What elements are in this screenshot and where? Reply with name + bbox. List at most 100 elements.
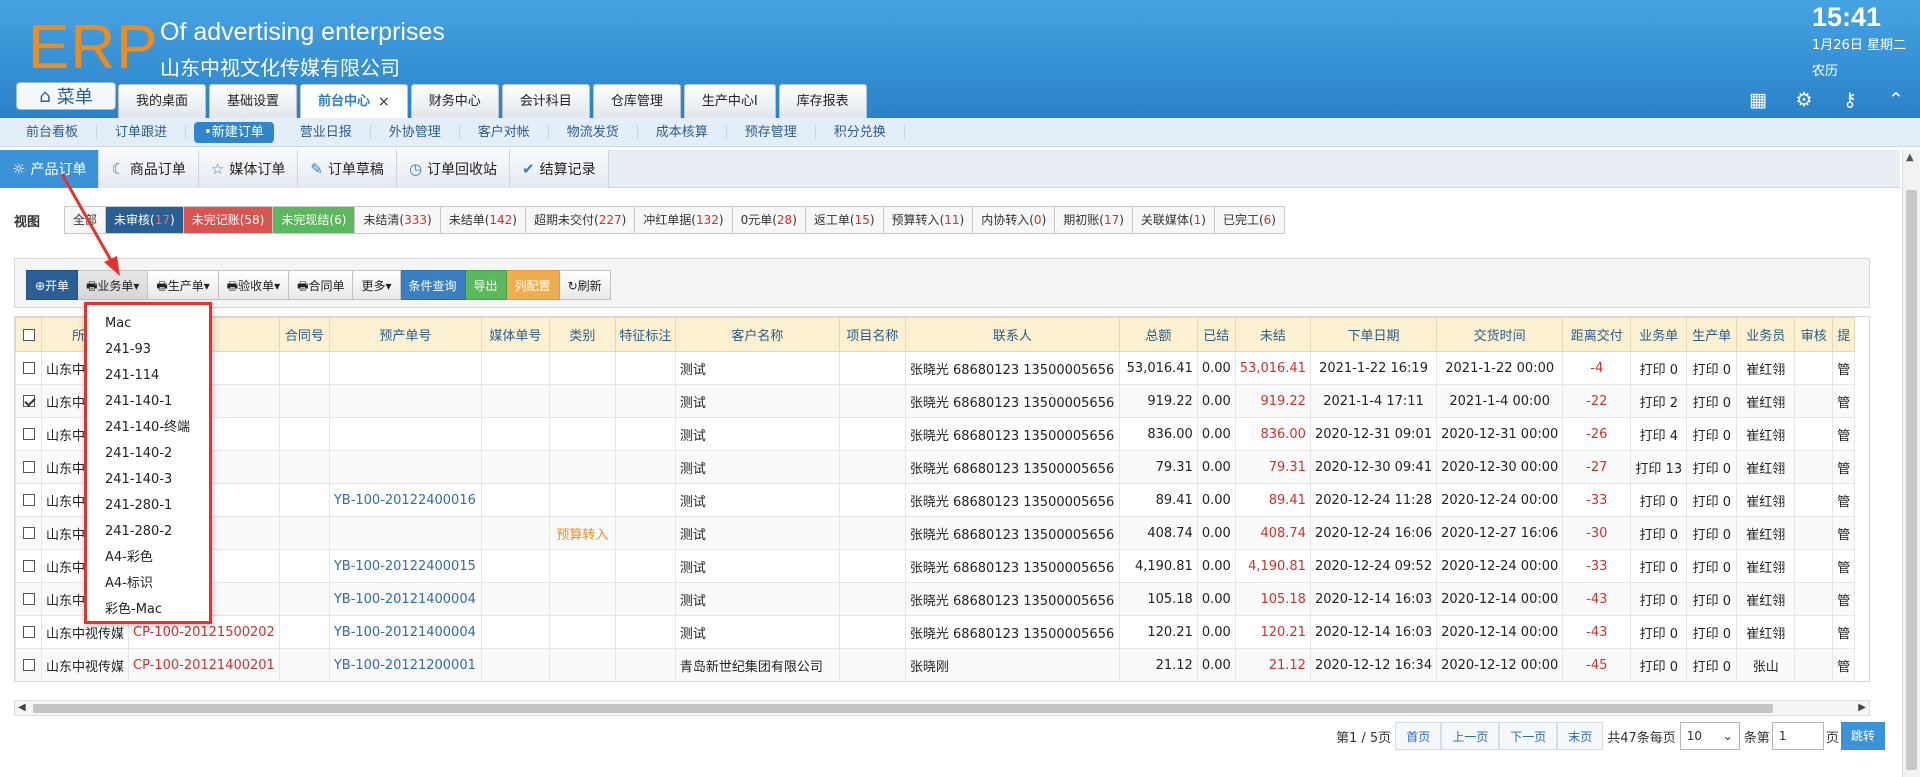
- cell-prod[interactable]: 打印 0: [1686, 549, 1738, 583]
- key-icon[interactable]: ⚷: [1840, 90, 1860, 110]
- table-row[interactable]: 山东中视传媒 CP-100-20121500202 YB-100-201214000…: [15, 615, 1856, 649]
- cell-biz[interactable]: 打印 4: [1630, 417, 1688, 451]
- row-checkbox[interactable]: [22, 461, 35, 473]
- cell-pre[interactable]: YB-100-20122400016: [328, 483, 482, 517]
- row-checkbox[interactable]: [22, 395, 35, 407]
- acceptance-order-button[interactable]: 🖶验收单▾: [218, 270, 290, 300]
- dropdown-item[interactable]: 241-280-1: [87, 493, 209, 519]
- cell-pre[interactable]: [328, 351, 482, 385]
- refresh-button[interactable]: ↻刷新: [559, 270, 611, 300]
- view-filter[interactable]: 未结清(333): [355, 207, 441, 233]
- sub-nav-item[interactable]: 订单跟进: [97, 124, 187, 140]
- table-row[interactable]: 山东中00214测试张晓光 68680123 13500005656836.00…: [15, 417, 1856, 451]
- cell-pre[interactable]: [328, 384, 482, 418]
- sub-nav-item[interactable]: 成本核算: [638, 124, 727, 140]
- view-filter[interactable]: 内协转入(0): [973, 207, 1056, 233]
- view-filter[interactable]: 未完记账(58): [183, 207, 274, 233]
- cell-pre[interactable]: [328, 417, 482, 451]
- cell-prod[interactable]: 打印 0: [1686, 384, 1738, 418]
- new-order-button[interactable]: ⊕开单: [26, 270, 79, 300]
- cell-prod[interactable]: 打印 0: [1686, 516, 1738, 550]
- cell-order[interactable]: CP-100-20121400201: [128, 648, 280, 681]
- jump-button[interactable]: 跳转: [1840, 722, 1885, 750]
- scroll-right-icon[interactable]: ▶: [1858, 701, 1866, 715]
- menu-button[interactable]: ⌂ 菜单: [16, 82, 116, 110]
- cell-biz[interactable]: 打印 0: [1630, 582, 1688, 616]
- page-size-select[interactable]: 10 ⌄: [1679, 722, 1740, 750]
- cell-prod[interactable]: 打印 0: [1686, 417, 1738, 451]
- section-tab-4[interactable]: ◷ 订单回收站: [396, 150, 511, 188]
- sub-nav-item[interactable]: 预存管理: [727, 124, 816, 140]
- cell-pre[interactable]: YB-100-20122400015: [328, 549, 482, 583]
- view-filter[interactable]: 期初账(17): [1055, 207, 1133, 233]
- more-button[interactable]: 更多▾: [353, 270, 401, 300]
- cell-prod[interactable]: 打印 0: [1686, 615, 1738, 649]
- cell-prod[interactable]: 打印 0: [1686, 450, 1738, 484]
- table-row[interactable]: 山东中00211YB-100-20122400016测试张晓光 68680123…: [15, 483, 1856, 517]
- tab-2[interactable]: 前台中心 ×: [300, 84, 408, 118]
- tab-3[interactable]: 财务中心: [410, 84, 499, 118]
- dropdown-item[interactable]: 241-280-2: [87, 519, 209, 545]
- select-all-checkbox[interactable]: [22, 328, 35, 341]
- cell-biz[interactable]: 打印 13: [1630, 450, 1688, 484]
- tab-1[interactable]: 基础设置: [209, 84, 298, 118]
- cell-biz[interactable]: 打印 0: [1630, 483, 1688, 517]
- hscroll-thumb[interactable]: [33, 704, 1773, 713]
- dropdown-item[interactable]: 彩色-Mac: [87, 597, 209, 623]
- section-tab-0[interactable]: ☼ 产品订单: [0, 150, 100, 188]
- cell-biz[interactable]: 打印 0: [1630, 549, 1688, 583]
- collapse-icon[interactable]: ⌃: [1886, 90, 1906, 110]
- dropdown-item[interactable]: 241-93: [87, 337, 209, 363]
- cell-biz[interactable]: 打印 0: [1630, 516, 1688, 550]
- tab-6[interactable]: 生产中心Ⅰ: [683, 84, 776, 118]
- dropdown-item[interactable]: 241-140-终端: [87, 415, 209, 441]
- table-row[interactable]: 山东中00006测试张晓光 68680123 1350000565653,016…: [15, 351, 1856, 385]
- table-row[interactable]: 山东中00213测试张晓光 68680123 1350000565679.310…: [15, 450, 1856, 484]
- dropdown-item[interactable]: A4-彩色: [87, 545, 209, 571]
- cell-pre[interactable]: YB-100-20121200001: [328, 648, 482, 681]
- sub-nav-item[interactable]: 物流发货: [549, 124, 638, 140]
- dropdown-item[interactable]: Mac: [87, 311, 209, 337]
- scroll-left-icon[interactable]: ◀: [18, 701, 26, 715]
- cell-biz[interactable]: 打印 2: [1630, 384, 1688, 418]
- contract-button[interactable]: 🖶合同单: [289, 270, 354, 300]
- view-filter[interactable]: 预算转入(11): [883, 207, 974, 233]
- section-tab-1[interactable]: ☾ 商品订单: [99, 150, 199, 188]
- cell-pre[interactable]: YB-100-20121400004: [328, 582, 482, 616]
- table-row[interactable]: 山东中视传媒 CP-100-20121400201 YB-100-201212000…: [15, 648, 1856, 681]
- column-config-button[interactable]: 列配置: [506, 270, 560, 300]
- cell-pre[interactable]: YB-100-20121400004: [328, 615, 482, 649]
- dropdown-item[interactable]: 241-114: [87, 363, 209, 389]
- row-checkbox[interactable]: [22, 494, 35, 506]
- view-filter[interactable]: 未结单(142): [440, 207, 526, 233]
- sub-nav-item[interactable]: 积分兑换: [816, 124, 905, 140]
- cell-biz[interactable]: 打印 0: [1630, 615, 1688, 649]
- view-filter[interactable]: 关联媒体(1): [1132, 207, 1215, 233]
- section-tab-3[interactable]: ✎ 订单草稿: [298, 150, 397, 188]
- dropdown-item[interactable]: 241-140-1: [87, 389, 209, 415]
- row-checkbox[interactable]: [22, 527, 35, 539]
- cell-prod[interactable]: 打印 0: [1686, 351, 1738, 385]
- tab-7[interactable]: 库存报表: [778, 84, 867, 118]
- dropdown-item[interactable]: 241-140-3: [87, 467, 209, 493]
- row-checkbox[interactable]: [22, 560, 35, 572]
- production-order-button[interactable]: 🖶生产单▾: [148, 270, 219, 300]
- sub-nav-item[interactable]: •新建订单: [194, 121, 274, 143]
- cell-pre[interactable]: [328, 516, 482, 550]
- page-number-input[interactable]: 1: [1771, 722, 1824, 750]
- tab-0[interactable]: 我的桌面: [118, 84, 207, 118]
- scroll-up-icon[interactable]: ▲: [1906, 152, 1914, 163]
- sub-nav-item[interactable]: 营业日报: [282, 124, 371, 140]
- column-header[interactable]: [15, 317, 42, 352]
- row-checkbox[interactable]: [22, 626, 35, 638]
- section-tab-5[interactable]: ✔ 结算记录: [510, 150, 609, 188]
- prev-page-button[interactable]: 上一页: [1441, 722, 1500, 750]
- row-checkbox[interactable]: [22, 593, 35, 605]
- scroll-thumb[interactable]: [1906, 190, 1917, 770]
- cell-prod[interactable]: 打印 0: [1686, 648, 1738, 681]
- view-filter[interactable]: 未审核(17): [106, 207, 184, 233]
- view-filter[interactable]: 0元单(28): [732, 207, 806, 233]
- table-row[interactable]: 山东中00204YB-100-20122400015测试张晓光 68680123…: [15, 549, 1856, 583]
- view-filter[interactable]: 返工单(15): [805, 207, 884, 233]
- query-button[interactable]: 条件查询: [400, 270, 466, 300]
